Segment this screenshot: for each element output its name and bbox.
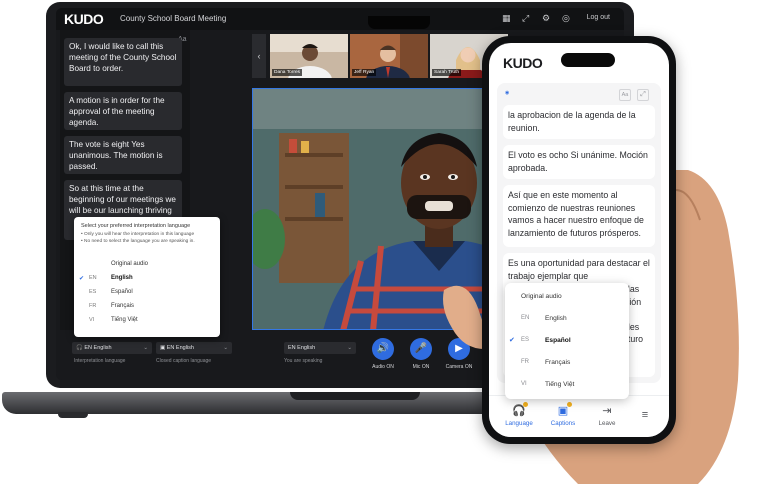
caption-select-value: EN English xyxy=(166,345,194,351)
language-name: English xyxy=(111,275,133,281)
chevron-left-icon[interactable]: ‹ xyxy=(252,34,266,78)
dynamic-island xyxy=(561,53,615,67)
tab-leave[interactable]: ⇥ Leave xyxy=(587,404,627,427)
mic-label: Mic ON xyxy=(412,364,430,370)
leave-icon: ⇥ xyxy=(602,405,612,417)
chevron-down-icon: ⌄ xyxy=(347,345,352,351)
fullscreen-icon[interactable]: ⤢ xyxy=(637,89,649,101)
language-code: EN xyxy=(89,275,97,281)
menu-button[interactable]: ≡ xyxy=(625,408,665,422)
language-code: VI xyxy=(89,317,95,323)
caption-block: A motion is in order for the approval of… xyxy=(64,92,182,130)
interpretation-select-label: Interpretation language xyxy=(74,358,126,364)
popup-note: • No need to select the language you are… xyxy=(81,238,195,244)
chevron-down-icon: ⌄ xyxy=(223,345,228,351)
language-option-original[interactable]: Original audio xyxy=(505,287,629,307)
language-name: Tiếng Việt xyxy=(111,317,138,323)
laptop-base-groove xyxy=(290,392,420,400)
phone-frame: KUDO ◉ Aa ⤢ la aprobacion de la agenda d… xyxy=(482,36,676,444)
notification-badge xyxy=(567,402,572,407)
participant-tile[interactable]: Jeff Ryan xyxy=(350,34,428,78)
phone-bottom-bar: 🎧 Language ▣ Captions ⇥ Leave ≡ xyxy=(489,395,669,437)
captions-icon: ▣ xyxy=(160,345,167,351)
check-icon: ✔ xyxy=(79,276,85,282)
caption-block: El voto es ocho Si unánime. Moción aprob… xyxy=(503,145,655,179)
language-option-english[interactable]: EN English xyxy=(505,309,629,329)
kudo-logo: KUDO xyxy=(503,55,543,71)
popup-note: • Only you will hear the interpretation … xyxy=(81,232,195,237)
tab-language[interactable]: 🎧 Language xyxy=(499,402,539,427)
live-indicator-icon: ◉ xyxy=(505,90,510,96)
language-option-original[interactable]: Original audio xyxy=(81,261,213,273)
language-name: Tiếng Việt xyxy=(545,381,575,388)
hamburger-menu-icon: ≡ xyxy=(641,409,649,421)
participant-name: Sarah Truth xyxy=(432,69,462,76)
language-name: Français xyxy=(545,359,571,366)
check-icon: ✔ xyxy=(509,337,515,344)
language-name: Original audio xyxy=(521,293,562,300)
headphones-icon: 🎧 xyxy=(512,405,526,417)
language-code: ES xyxy=(521,337,530,343)
phone-language-popup: Original audio EN English ✔ ES Español F… xyxy=(505,283,629,399)
participant-tile[interactable]: Dana Torres xyxy=(270,34,348,78)
language-code: EN xyxy=(521,315,530,321)
speaking-select-label: You are speaking xyxy=(284,358,323,364)
microphone-icon: 🎤 xyxy=(414,343,428,354)
notification-badge xyxy=(523,402,528,407)
language-code: VI xyxy=(521,381,527,387)
language-option-english[interactable]: ✔ EN English xyxy=(79,275,213,287)
caption-block: The vote is eight Yes unanimous. The mot… xyxy=(64,136,182,174)
caption-block: Ok, I would like to call this meeting of… xyxy=(64,38,182,86)
laptop-foot-left xyxy=(58,412,88,418)
laptop-notch xyxy=(368,16,430,29)
language-code: ES xyxy=(89,289,97,295)
caption-text: Es una oportunidad para destacar el trab… xyxy=(508,258,650,281)
audio-label: Audio ON xyxy=(372,364,394,370)
tab-label: Language xyxy=(505,420,533,427)
speaker-icon: 🔊 xyxy=(376,343,390,354)
speaking-language-select[interactable]: EN English ⌄ xyxy=(284,342,356,354)
popup-title: Select your preferred interpretation lan… xyxy=(81,223,191,229)
tab-label: Leave xyxy=(598,420,616,427)
tab-label: Captions xyxy=(550,420,576,427)
gear-icon[interactable]: ⚙ xyxy=(542,13,550,24)
phone-font-size-button[interactable]: Aa xyxy=(619,89,631,101)
language-name: Español xyxy=(111,289,133,295)
language-option-french[interactable]: FR Français xyxy=(505,353,629,373)
language-option-vietnamese[interactable]: VI Tiếng Việt xyxy=(81,317,213,329)
language-option-vietnamese[interactable]: VI Tiếng Việt xyxy=(505,375,629,395)
kudo-logo: KUDO xyxy=(64,11,104,27)
mic-button[interactable]: 🎤 xyxy=(410,338,432,360)
chevron-down-icon: ⌄ xyxy=(143,345,148,351)
audio-button[interactable]: 🔊 xyxy=(372,338,394,360)
caption-language-select[interactable]: ▣ EN English ⌄ xyxy=(156,342,232,354)
language-code: FR xyxy=(521,359,529,365)
participant-name: Jeff Ryan xyxy=(352,69,377,76)
speaking-select-value: EN English xyxy=(288,345,316,351)
meeting-title: County School Board Meeting xyxy=(120,14,227,23)
language-name: Français xyxy=(111,303,135,309)
phone-screen: KUDO ◉ Aa ⤢ la aprobacion de la agenda d… xyxy=(489,43,669,437)
language-name: Original audio xyxy=(111,261,149,267)
language-code: FR xyxy=(89,303,97,309)
participant-name: Dana Torres xyxy=(272,69,303,76)
interpretation-language-select[interactable]: 🎧 EN English ⌄ xyxy=(72,342,152,354)
language-name: Español xyxy=(545,337,571,344)
caption-block: Así que en este momento al comienzo de n… xyxy=(503,185,655,247)
language-option-french[interactable]: FR Français xyxy=(81,303,213,315)
caption-select-label: Closed caption language xyxy=(156,358,212,364)
tab-captions[interactable]: ▣ Captions xyxy=(543,402,583,427)
captions-icon: ▣ xyxy=(557,405,569,417)
layout-icon[interactable]: ▦ xyxy=(502,13,511,24)
language-name: English xyxy=(545,315,567,322)
interpretation-select-value: EN English xyxy=(84,345,112,351)
language-option-spanish[interactable]: ✔ ES Español xyxy=(505,331,629,351)
top-bar: KUDO County School Board Meeting ▦ ⤢ ⚙ ◎… xyxy=(56,8,624,30)
expand-icon[interactable]: ⤢ xyxy=(522,13,529,24)
logout-link[interactable]: Log out xyxy=(587,14,610,21)
language-option-spanish[interactable]: ES Español xyxy=(81,289,213,301)
globe-icon[interactable]: ◎ xyxy=(562,13,570,24)
caption-block: la aprobacion de la agenda de la reunion… xyxy=(503,105,655,139)
interpretation-language-popup: Select your preferred interpretation lan… xyxy=(74,217,220,337)
